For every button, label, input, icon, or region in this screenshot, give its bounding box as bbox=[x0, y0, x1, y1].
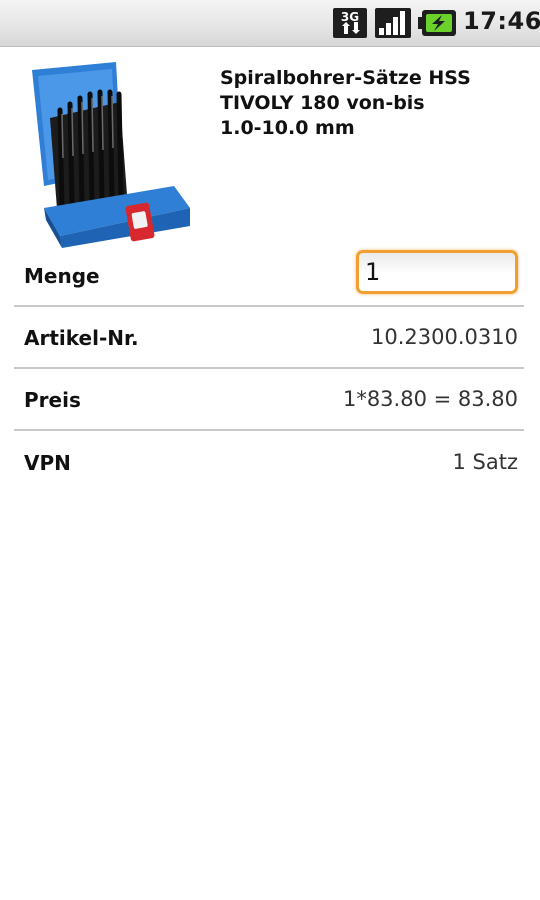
vpn-value: 1 Satz bbox=[452, 450, 519, 474]
price-value: 1*83.80 = 83.80 bbox=[342, 387, 518, 411]
quantity-input[interactable] bbox=[356, 250, 518, 294]
product-title: Spiralbohrer-Sätze HSS TIVOLY 180 von-bi… bbox=[220, 67, 471, 139]
price-label: Preis bbox=[24, 388, 81, 412]
3g-icon: 3G bbox=[333, 8, 367, 42]
svg-text:3G: 3G bbox=[341, 10, 359, 24]
quantity-label: Menge bbox=[24, 264, 100, 288]
row-article-number: Artikel-Nr. 10.2300.0310 bbox=[14, 307, 524, 369]
row-vpn: VPN 1 Satz bbox=[14, 431, 524, 493]
article-number-label: Artikel-Nr. bbox=[24, 326, 139, 350]
clock: 17:46 bbox=[463, 7, 540, 35]
battery-charging-icon bbox=[418, 10, 456, 40]
drill-set-case-icon bbox=[32, 62, 190, 248]
product-image bbox=[24, 58, 194, 250]
status-bar: 3G 17:46 bbox=[0, 0, 540, 47]
signal-icon bbox=[375, 8, 411, 42]
article-number-value: 10.2300.0310 bbox=[371, 325, 518, 349]
row-price: Preis 1*83.80 = 83.80 bbox=[14, 369, 524, 431]
vpn-label: VPN bbox=[24, 451, 71, 475]
